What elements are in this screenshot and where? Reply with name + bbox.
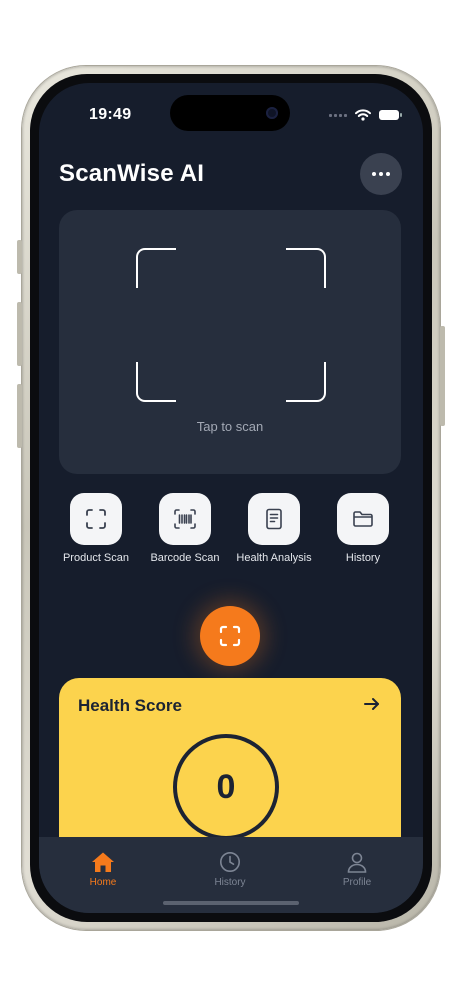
tab-history-label: History [214, 877, 246, 888]
health-analysis-label: Health Analysis [236, 552, 312, 564]
scan-area[interactable]: Tap to scan [59, 210, 401, 474]
battery-icon [379, 110, 402, 120]
action-button [17, 240, 22, 274]
scan-icon [219, 625, 241, 647]
product-scan-action[interactable]: Product Scan [51, 493, 141, 565]
health-analysis-tile[interactable] [248, 493, 300, 545]
quick-actions: Product Scan Barcode Scan Health Analysi… [39, 493, 423, 583]
scan-frame-corner-bottom-right [286, 362, 326, 402]
status-time: 19:49 [89, 106, 132, 123]
barcode-scan-label: Barcode Scan [150, 552, 220, 564]
cellular-signal-icon [329, 113, 347, 117]
barcode-icon [174, 509, 196, 529]
power-button [440, 326, 445, 426]
health-score-title: Health Score [78, 696, 182, 715]
health-score-value: 0 [216, 767, 236, 806]
status-icons [329, 108, 402, 122]
tab-profile[interactable]: Profile [317, 851, 397, 888]
tab-history[interactable]: History [190, 851, 270, 888]
scan-fab-button[interactable] [200, 606, 260, 666]
scan-frame-corner-top-left [136, 248, 176, 288]
document-icon [266, 508, 282, 530]
scan-frame-corner-top-right [286, 248, 326, 288]
wifi-icon [355, 109, 371, 121]
arrow-right-icon[interactable] [363, 695, 381, 713]
front-camera-icon [266, 107, 278, 119]
history-tile[interactable] [337, 493, 389, 545]
scan-frame-corner-bottom-left [136, 362, 176, 402]
tab-home-label: Home [89, 877, 117, 888]
product-scan-tile[interactable] [70, 493, 122, 545]
health-score-ring: 0 [173, 734, 279, 840]
health-analysis-action[interactable]: Health Analysis [229, 493, 319, 565]
ellipsis-icon [372, 172, 390, 176]
home-indicator[interactable] [163, 901, 299, 905]
clock-icon [220, 852, 240, 872]
more-options-button[interactable] [360, 153, 402, 195]
history-label: History [345, 552, 381, 564]
product-scan-label: Product Scan [62, 552, 130, 564]
scan-icon [86, 509, 106, 529]
app-title: ScanWise AI [59, 160, 205, 187]
home-icon [92, 852, 114, 872]
app-screen: 19:49 ScanWise AI Tap to scan Product Sc… [39, 83, 423, 913]
tab-bar: Home History Profile [39, 837, 423, 913]
history-action[interactable]: History [318, 493, 408, 565]
barcode-scan-action[interactable]: Barcode Scan [140, 493, 230, 565]
tab-profile-label: Profile [342, 877, 372, 888]
tap-to-scan-label: Tap to scan [196, 419, 264, 434]
volume-up-button [17, 302, 22, 366]
dynamic-island [170, 95, 290, 131]
person-icon [347, 852, 367, 873]
volume-down-button [17, 384, 22, 448]
barcode-scan-tile[interactable] [159, 493, 211, 545]
folder-icon [353, 511, 373, 527]
tab-home[interactable]: Home [63, 851, 143, 888]
